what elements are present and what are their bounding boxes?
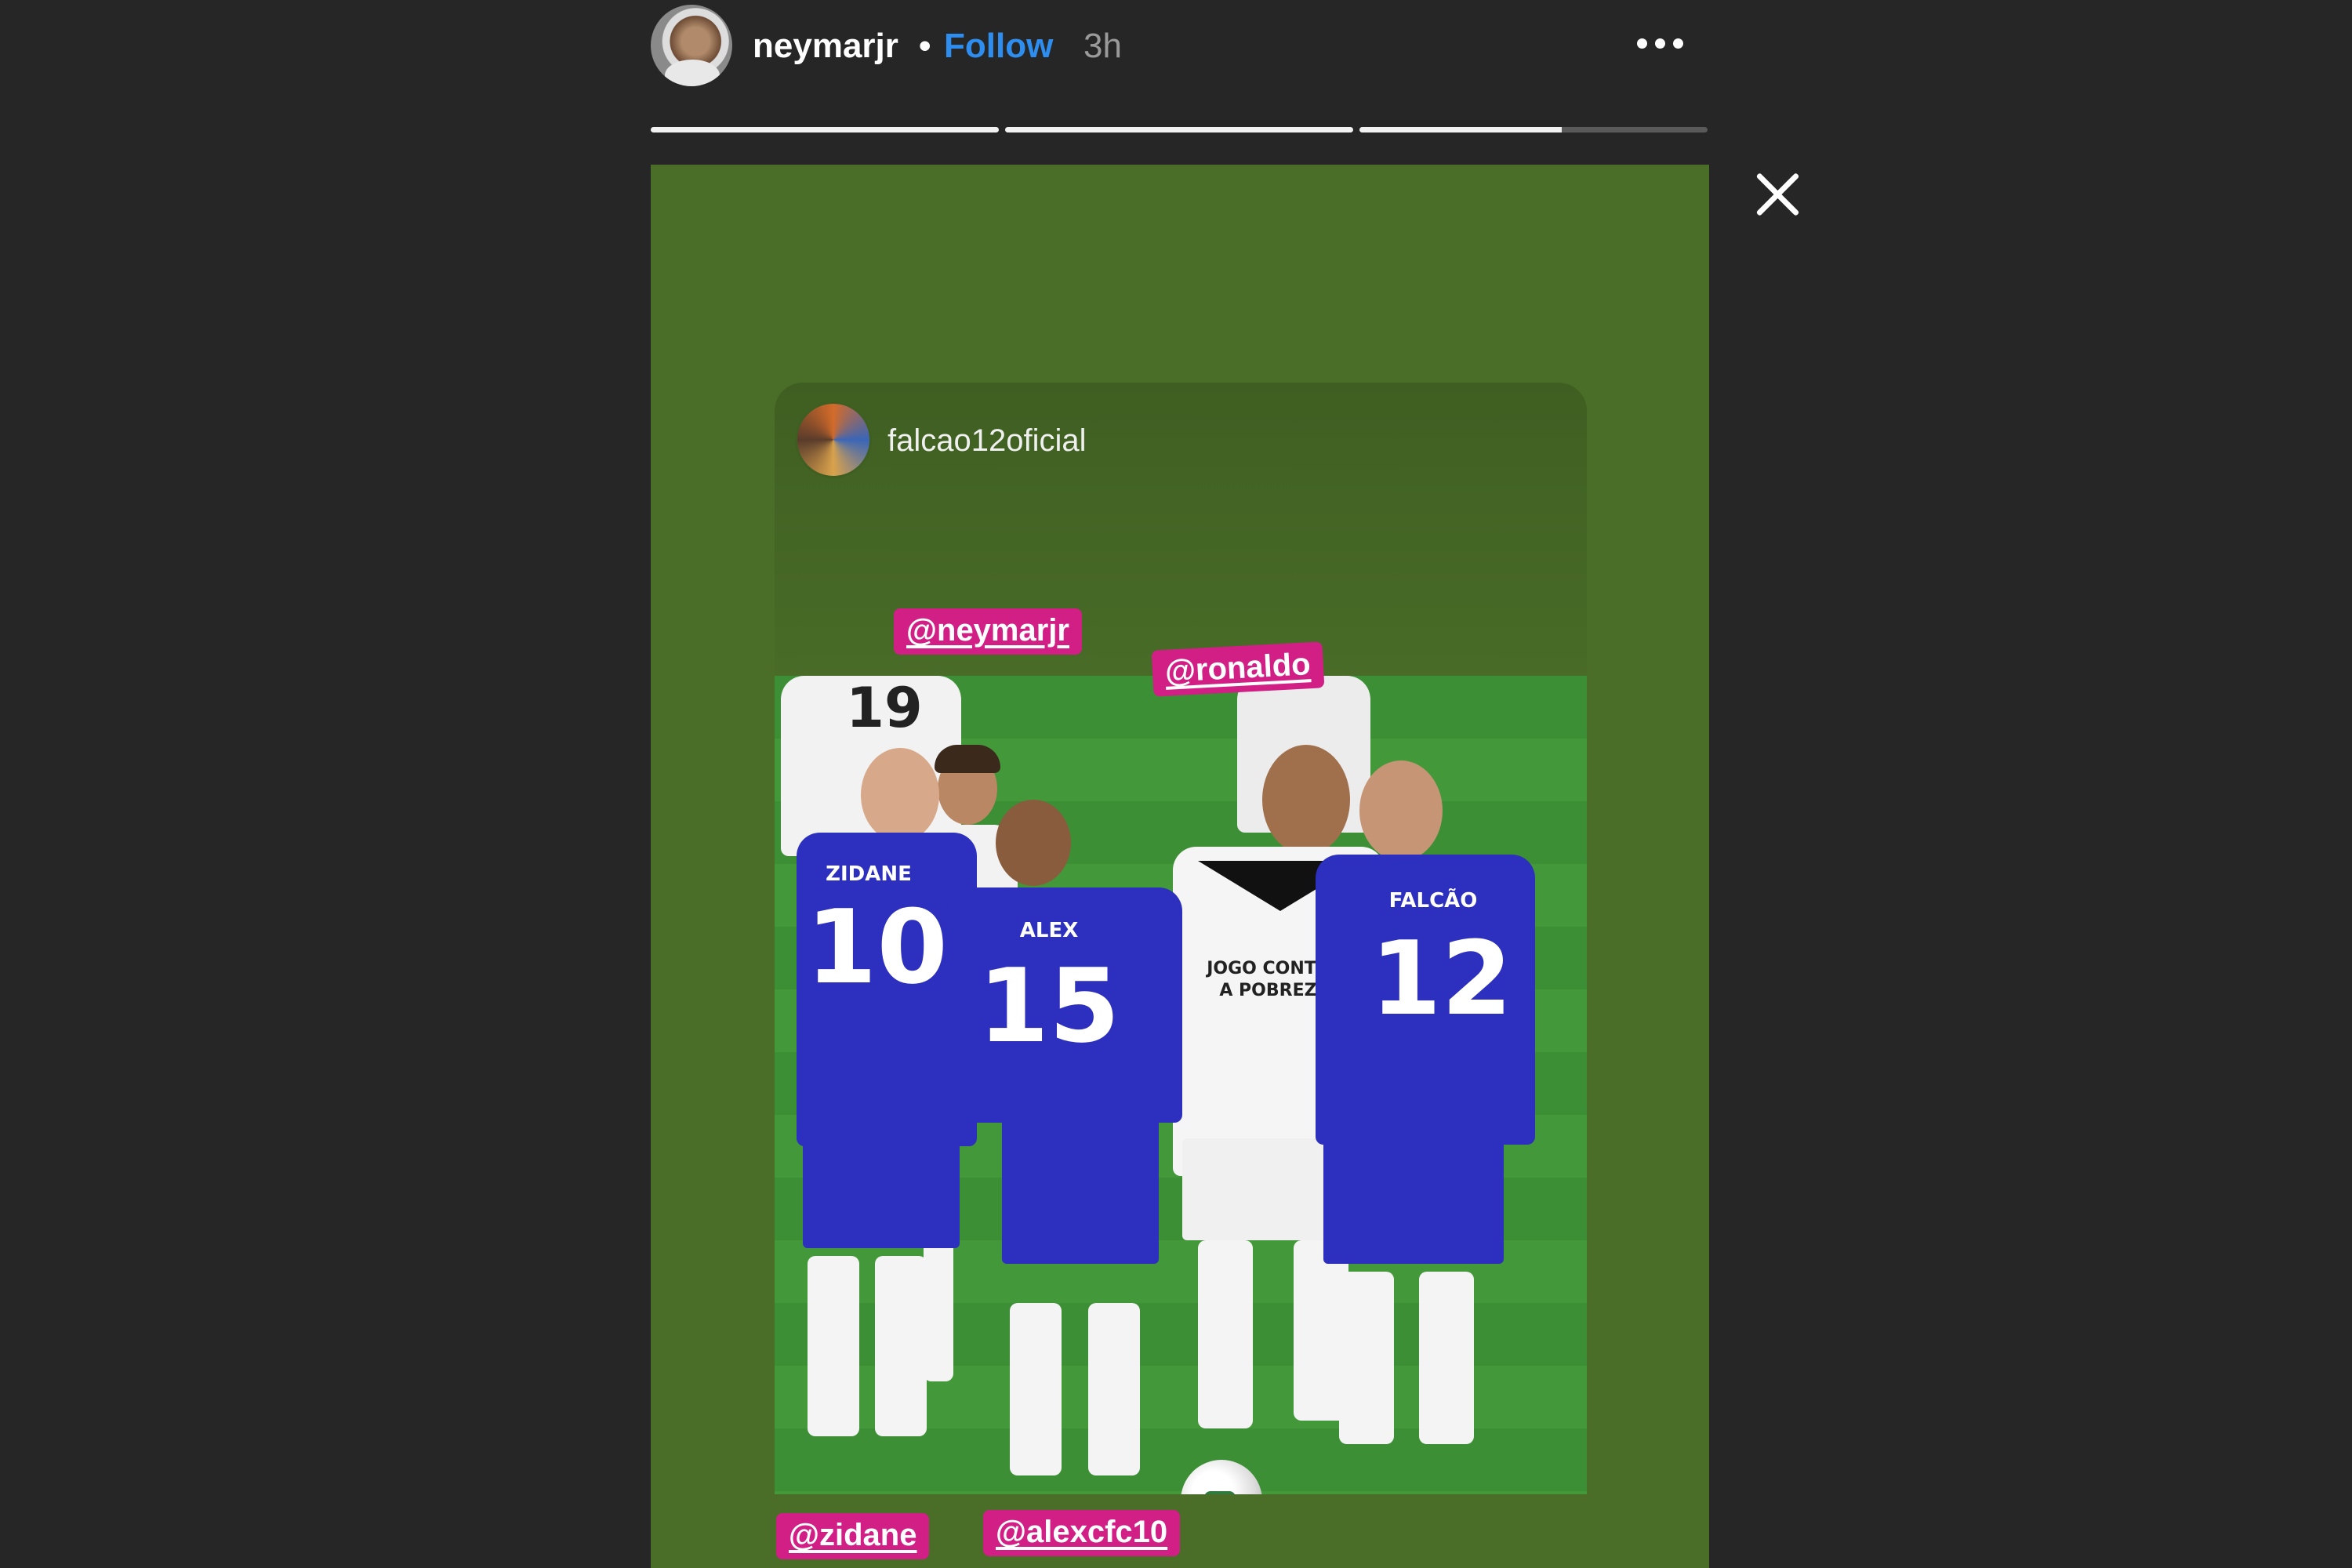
player-leg	[924, 1225, 953, 1381]
close-icon[interactable]	[1755, 171, 1802, 218]
username[interactable]: neymarjr	[753, 27, 898, 66]
story-header: neymarjr • Follow 3h	[651, 5, 1709, 89]
mention-tag-ronaldo[interactable]: @ronaldo	[1151, 641, 1325, 697]
soccer-ball	[1181, 1460, 1262, 1494]
more-options-icon[interactable]	[1629, 19, 1692, 66]
player-leg	[808, 1256, 859, 1436]
player-leg	[875, 1256, 927, 1436]
jersey-number: 19	[846, 676, 923, 740]
progress-segment-1	[651, 127, 999, 132]
player-leg	[1010, 1303, 1062, 1475]
story-content[interactable]: falcao12oficial 19 JOGO CONTRA A POBREZA…	[651, 165, 1709, 1568]
story-viewer: neymarjr • Follow 3h falcao12oficial 19	[0, 0, 2352, 1568]
story-photo: 19 JOGO CONTRA A POBREZA ZIDANE 10 ALEX …	[775, 676, 1587, 1494]
shirt-name: FALCÃO	[1388, 889, 1478, 913]
player-head	[861, 748, 939, 842]
jersey-number: 12	[1370, 919, 1512, 1038]
progress-segment-2	[1005, 127, 1353, 132]
player-shorts	[803, 1131, 960, 1248]
post-time: 3h	[1083, 27, 1122, 65]
mention-tag-alexcfc10[interactable]: @alexcfc10	[983, 1510, 1181, 1556]
player-leg	[1419, 1272, 1474, 1444]
progress-segment-3	[1359, 127, 1708, 132]
jersey-number: 15	[978, 946, 1120, 1065]
reposted-user-avatar[interactable]	[795, 401, 872, 478]
player-leg	[1088, 1303, 1140, 1475]
player-shorts	[1323, 1138, 1504, 1264]
player-leg	[1339, 1272, 1394, 1444]
player-head	[1359, 760, 1443, 861]
follow-button[interactable]: Follow	[944, 27, 1053, 66]
reposted-username[interactable]: falcao12oficial	[887, 423, 1087, 459]
story-progress	[651, 127, 1709, 133]
user-avatar[interactable]	[651, 5, 732, 86]
mention-tag-neymarjr[interactable]: @neymarjr	[894, 608, 1082, 655]
separator-dot: •	[919, 27, 931, 65]
shirt-name: ZIDANE	[826, 862, 912, 886]
player-head	[996, 800, 1071, 886]
shirt-name: ALEX	[1019, 919, 1079, 942]
jersey-number: 10	[806, 887, 948, 1007]
mention-tag-zidane[interactable]: @zidane	[776, 1513, 930, 1559]
player-shorts	[1002, 1115, 1159, 1264]
player-leg	[1198, 1240, 1253, 1428]
player-hair	[935, 745, 1000, 773]
player-head	[1262, 745, 1350, 855]
